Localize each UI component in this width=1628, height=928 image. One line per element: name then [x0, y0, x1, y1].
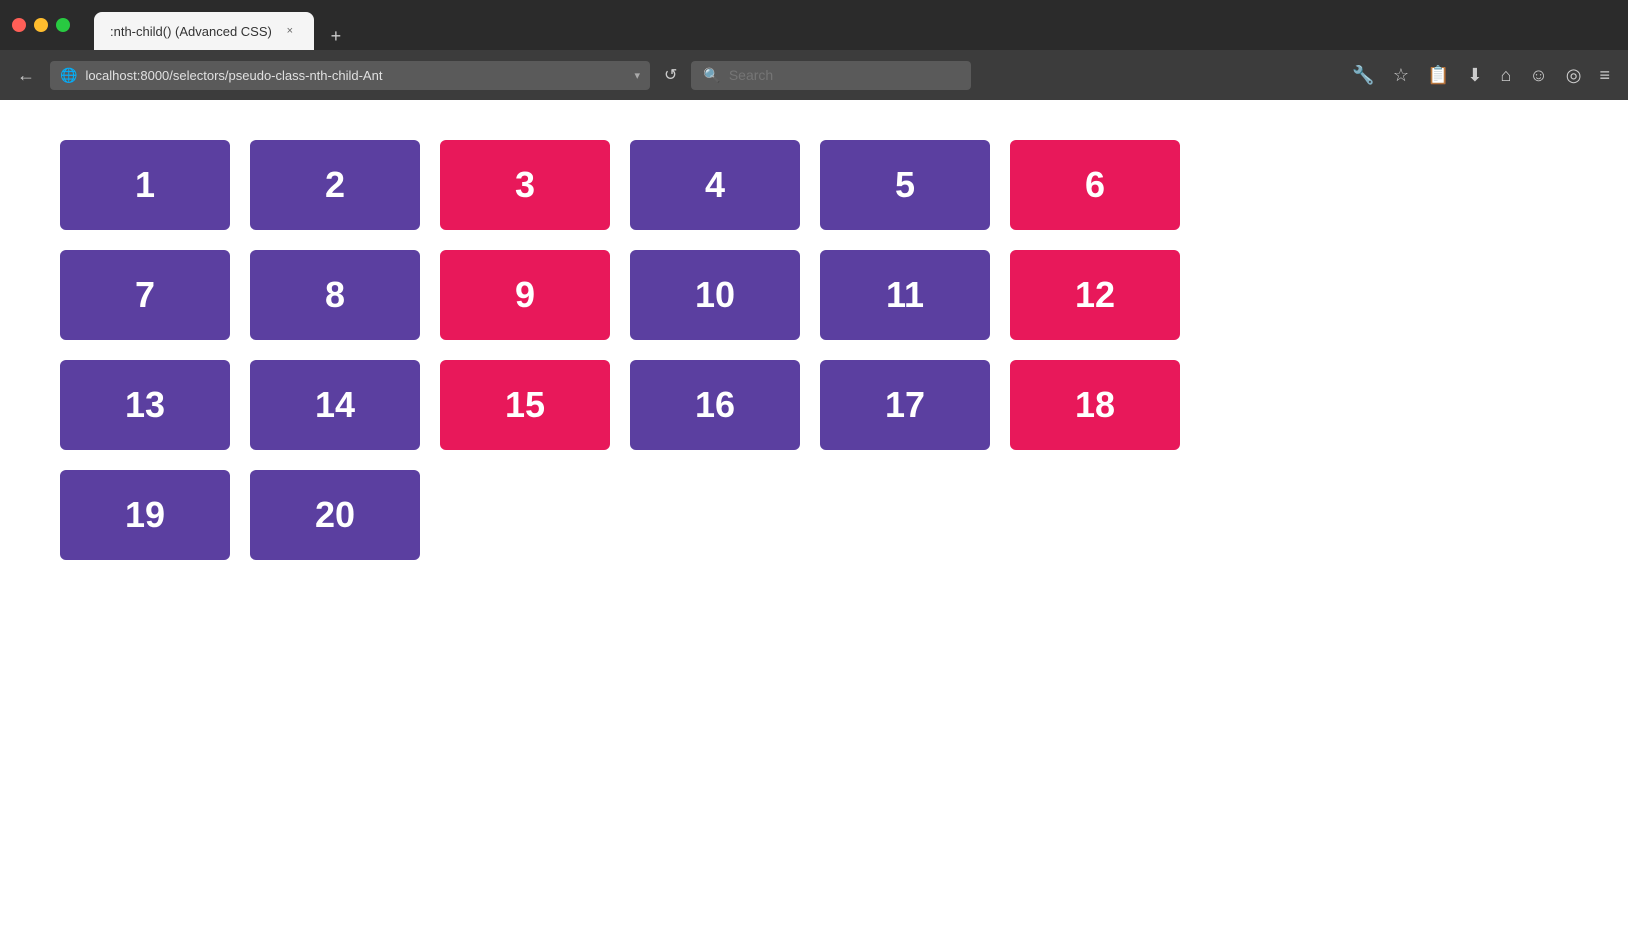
menu-icon[interactable]: ≡ — [1593, 61, 1616, 90]
search-field[interactable]: 🔍 — [691, 61, 971, 90]
new-tab-button[interactable]: + — [322, 22, 350, 50]
grid-item: 17 — [820, 360, 990, 450]
minimize-button[interactable] — [34, 18, 48, 32]
grid-item: 13 — [60, 360, 230, 450]
tab-label: :nth-child() (Advanced CSS) — [110, 24, 272, 39]
download-icon[interactable]: ⬇ — [1461, 61, 1488, 90]
toolbar-icons: 🔧 ☆ 📋 ⬇ ⌂ ☺ ◎ ≡ — [1346, 61, 1616, 90]
grid-item: 3 — [440, 140, 610, 230]
search-icon: 🔍 — [703, 67, 720, 84]
browser-content: 1234567891011121314151617181920 — [0, 100, 1628, 928]
reload-button[interactable]: ↺ — [660, 61, 681, 89]
close-button[interactable] — [12, 18, 26, 32]
traffic-lights — [12, 18, 70, 32]
tab-close-button[interactable]: × — [282, 23, 298, 39]
grid-item: 6 — [1010, 140, 1180, 230]
grid-item: 5 — [820, 140, 990, 230]
globe-icon: 🌐 — [60, 67, 77, 84]
wrench-icon[interactable]: 🔧 — [1346, 61, 1380, 90]
star-icon[interactable]: ☆ — [1387, 61, 1415, 90]
grid-item: 2 — [250, 140, 420, 230]
maximize-button[interactable] — [56, 18, 70, 32]
grid-item: 8 — [250, 250, 420, 340]
url-text: localhost:8000/selectors/pseudo-class-nt… — [85, 68, 626, 83]
back-button[interactable]: ← — [12, 61, 40, 89]
circle-icon[interactable]: ◎ — [1560, 61, 1588, 90]
grid-item: 18 — [1010, 360, 1180, 450]
grid-item: 10 — [630, 250, 800, 340]
grid-item: 7 — [60, 250, 230, 340]
grid-item: 12 — [1010, 250, 1180, 340]
address-bar: ← 🌐 localhost:8000/selectors/pseudo-clas… — [0, 50, 1628, 100]
search-input[interactable] — [729, 67, 960, 83]
grid-item: 4 — [630, 140, 800, 230]
back-icon: ← — [17, 65, 35, 86]
dropdown-arrow-icon[interactable]: ▾ — [634, 69, 640, 82]
home-icon[interactable]: ⌂ — [1495, 61, 1518, 90]
grid-item: 15 — [440, 360, 610, 450]
grid-item: 16 — [630, 360, 800, 450]
address-field[interactable]: 🌐 localhost:8000/selectors/pseudo-class-… — [50, 61, 650, 90]
grid-item: 20 — [250, 470, 420, 560]
grid-item: 1 — [60, 140, 230, 230]
tab-bar: :nth-child() (Advanced CSS) × + — [94, 0, 350, 50]
grid-container: 1234567891011121314151617181920 — [60, 140, 1360, 560]
title-bar: :nth-child() (Advanced CSS) × + — [0, 0, 1628, 50]
active-tab[interactable]: :nth-child() (Advanced CSS) × — [94, 12, 314, 50]
grid-item: 11 — [820, 250, 990, 340]
smiley-icon[interactable]: ☺ — [1523, 61, 1553, 90]
grid-item: 19 — [60, 470, 230, 560]
list-icon[interactable]: 📋 — [1421, 61, 1455, 90]
grid-item: 14 — [250, 360, 420, 450]
grid-item: 9 — [440, 250, 610, 340]
